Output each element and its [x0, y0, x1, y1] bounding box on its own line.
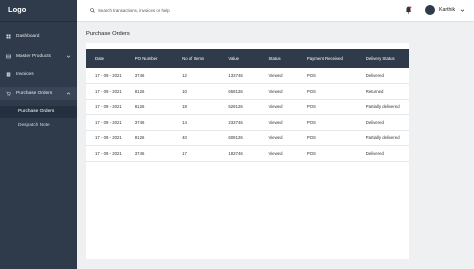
- cell-date: 17 - 09 - 2021: [95, 88, 122, 94]
- cell-no-of-items: 10: [182, 88, 187, 94]
- column-header-po-number[interactable]: PO Number: [135, 49, 182, 68]
- dashboard-icon: [6, 34, 11, 39]
- cell-date: 17 - 09 - 2021: [95, 104, 122, 110]
- cell-delivery-status: Delivered: [365, 150, 384, 156]
- cell-date: 17 - 09 - 2021: [95, 119, 122, 125]
- cell-value: 233746: [228, 119, 243, 125]
- search-input[interactable]: Search transactions, invoices or help: [90, 7, 240, 15]
- cell-value: 183746: [228, 150, 243, 156]
- sidebar-item-label: Dashboard: [16, 34, 40, 39]
- table-row[interactable]: 17 - 09 - 2021 3746 14 233746 Viewed POS…: [86, 115, 409, 130]
- logo: Logo: [0, 0, 77, 22]
- sidebar-item-label: Master Products: [16, 54, 51, 59]
- cell-po-number: 8126: [134, 104, 145, 110]
- sidebar-item-label: Purchase Orders: [16, 91, 53, 96]
- cell-date: 17 - 09 - 2021: [95, 150, 122, 156]
- invoice-icon: [6, 72, 11, 77]
- cell-po-number: 3746: [134, 73, 145, 78]
- avatar: [425, 5, 435, 15]
- purchase-orders-table: Date PO Number No of Items Value Status …: [86, 49, 409, 162]
- sidebar-subitem-despatch-note[interactable]: Despatch Note: [0, 120, 77, 132]
- chevron-down-icon: [66, 55, 71, 58]
- sidebar-subitem-label: Purchase Orders: [18, 109, 55, 114]
- sidebar-item-dashboard[interactable]: Dashboard: [0, 30, 77, 43]
- column-header-delivery-status[interactable]: Delivery Status: [366, 49, 409, 68]
- cell-status: Viewed: [268, 150, 283, 156]
- cell-value: 528126: [228, 104, 243, 110]
- table-row[interactable]: 17 - 09 - 2021 8126 40 608126 Viewed POS…: [86, 130, 409, 146]
- cart-icon: [6, 91, 11, 96]
- search-icon: [90, 8, 95, 13]
- user-name: Karthik: [439, 7, 456, 13]
- cell-delivery-status: Returned: [365, 88, 384, 94]
- cell-date: 17 - 09 - 2021: [95, 73, 122, 78]
- sidebar-item-invoices[interactable]: Invoices: [0, 68, 77, 81]
- chevron-down-icon: [460, 9, 465, 12]
- chevron-up-icon: [66, 92, 71, 95]
- cell-no-of-items: 18: [182, 104, 187, 110]
- sidebar-item-master-products[interactable]: Master Products: [0, 50, 77, 63]
- cell-payment-received: POS: [306, 119, 316, 125]
- bell-icon[interactable]: [405, 6, 412, 14]
- search-placeholder: Search transactions, invoices or help: [98, 8, 170, 13]
- cell-payment-received: POS: [306, 135, 316, 141]
- table-row[interactable]: 17 - 09 - 2021 8126 18 528126 Viewed POS…: [86, 99, 409, 115]
- sidebar-subitem-purchase-orders[interactable]: Purchase Orders: [0, 106, 77, 118]
- table-header-row: Date PO Number No of Items Value Status …: [86, 49, 409, 68]
- cell-delivery-status: Partially delivered: [365, 104, 400, 110]
- cell-status: Viewed: [268, 104, 283, 110]
- sidebar: Logo Dashboard Master Products Invoices …: [0, 0, 77, 269]
- table-row[interactable]: 17 - 09 - 2021 3746 12 133746 Viewed POS…: [86, 68, 409, 84]
- sidebar-item-purchase-orders[interactable]: Purchase Orders: [0, 87, 77, 100]
- table-row[interactable]: 17 - 09 - 2021 3746 17 183746 Viewed POS…: [86, 146, 409, 161]
- cell-no-of-items: 40: [182, 135, 187, 141]
- cell-po-number: 3746: [134, 119, 145, 125]
- cell-value: 608126: [228, 135, 243, 141]
- cell-status: Viewed: [268, 135, 283, 141]
- cell-date: 17 - 09 - 2021: [95, 135, 122, 141]
- column-header-date[interactable]: Date: [86, 49, 135, 68]
- page-title: Purchase Orders: [86, 31, 130, 37]
- cell-no-of-items: 14: [182, 119, 187, 125]
- sidebar-subitem-label: Despatch Note: [18, 123, 50, 128]
- cell-no-of-items: 17: [182, 150, 187, 156]
- cell-po-number: 3746: [134, 150, 145, 156]
- cell-value: 658126: [228, 88, 243, 94]
- cell-payment-received: POS: [306, 88, 316, 94]
- column-header-payment-received[interactable]: Payment Received: [307, 49, 366, 68]
- products-icon: [6, 54, 11, 59]
- column-header-no-of-items[interactable]: No of Items: [182, 49, 228, 68]
- cell-status: Viewed: [268, 88, 283, 94]
- top-header: Search transactions, invoices or help Ka…: [77, 0, 474, 22]
- cell-delivery-status: Delivered: [365, 73, 384, 78]
- cell-value: 133746: [228, 73, 243, 78]
- cell-payment-received: POS: [306, 73, 316, 78]
- column-header-status[interactable]: Status: [268, 49, 306, 68]
- cell-payment-received: POS: [306, 104, 316, 110]
- cell-status: Viewed: [268, 119, 283, 125]
- table-row[interactable]: 17 - 09 - 2021 8126 10 658126 Viewed POS…: [86, 84, 409, 99]
- cell-po-number: 8126: [134, 88, 145, 94]
- cell-payment-received: POS: [306, 150, 316, 156]
- cell-status: Viewed: [268, 73, 283, 78]
- cell-delivery-status: Partially delivered: [365, 135, 400, 141]
- cell-no-of-items: 12: [182, 73, 187, 78]
- cell-delivery-status: Delivered: [365, 119, 384, 125]
- cell-po-number: 8126: [134, 135, 145, 141]
- sidebar-item-label: Invoices: [16, 72, 34, 77]
- column-header-value[interactable]: Value: [228, 49, 268, 68]
